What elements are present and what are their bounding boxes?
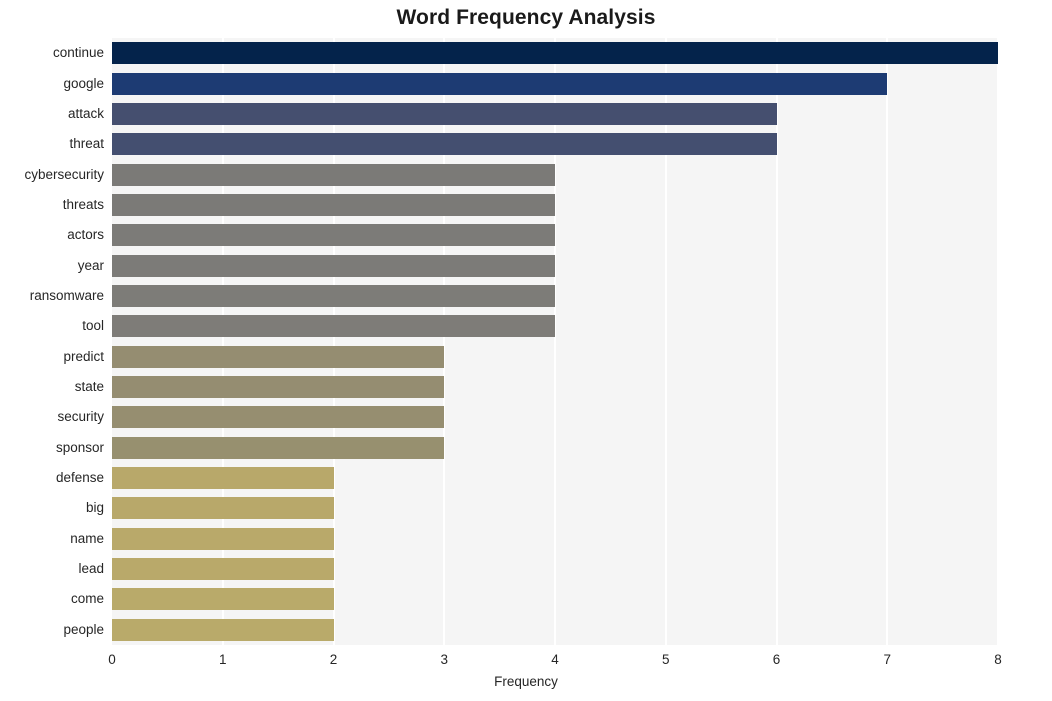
y-tick-label-name: name <box>70 530 104 546</box>
bar-row <box>112 42 998 65</box>
bar-lead <box>112 558 334 581</box>
y-tick-label-come: come <box>70 591 104 607</box>
y-tick-label-tool: tool <box>82 318 104 334</box>
y-tick-label-year: year <box>77 257 104 273</box>
bar-come <box>112 588 334 611</box>
x-tick-label-7: 7 <box>883 652 892 667</box>
y-tick-label-lead: lead <box>78 561 104 577</box>
chart-title: Word Frequency Analysis <box>396 6 656 29</box>
x-tick-label-1: 1 <box>218 652 227 667</box>
y-tick-label-sponsor: sponsor <box>55 439 104 455</box>
x-axis-ticks: 0 1 2 3 4 5 6 7 8 <box>108 645 1002 675</box>
bar-security <box>112 406 445 429</box>
bar-row <box>112 133 998 156</box>
bar-row <box>112 284 998 307</box>
y-tick-label-google: google <box>63 75 104 91</box>
bar-rows <box>112 38 998 645</box>
bar-google <box>112 72 888 95</box>
bar-defense <box>112 467 334 490</box>
bar-sponsor <box>112 436 445 459</box>
bar-row <box>112 224 998 247</box>
bar-ransomware <box>112 284 555 307</box>
bar-row <box>112 527 998 550</box>
bar-row <box>112 467 998 490</box>
x-tick-label-4: 4 <box>551 652 559 667</box>
y-tick-label-continue: continue <box>52 45 104 61</box>
y-tick-label-threat: threat <box>69 136 104 152</box>
y-tick-label-ransomware: ransomware <box>29 287 104 303</box>
bar-year <box>112 254 555 277</box>
y-tick-label-predict: predict <box>63 348 104 364</box>
bar-row <box>112 558 998 581</box>
bar-row <box>112 436 998 459</box>
bar-row <box>112 345 998 368</box>
y-tick-label-people: people <box>63 621 104 637</box>
bar-threat <box>112 133 777 156</box>
y-tick-label-attack: attack <box>67 105 104 121</box>
y-tick-label-actors: actors <box>67 227 104 243</box>
bar-row <box>112 315 998 338</box>
x-tick-label-2: 2 <box>329 652 338 667</box>
bar-row <box>112 406 998 429</box>
word-frequency-chart-figure: Word Frequency Analysis continue google at… <box>0 0 1052 701</box>
y-axis-labels: continue google attack threat cybersecurity t… <box>0 38 104 645</box>
bar-row <box>112 72 998 95</box>
y-tick-label-cybersecurity: cybersecurity <box>24 166 104 182</box>
y-tick-label-big: big <box>85 500 104 516</box>
y-tick-label-threats: threats <box>62 196 104 212</box>
bar-row <box>112 497 998 520</box>
x-tick-label-0: 0 <box>108 652 116 667</box>
bar-people <box>112 618 334 641</box>
bar-predict <box>112 345 445 368</box>
y-tick-label-defense: defense <box>55 470 104 486</box>
bar-actors <box>112 224 555 247</box>
x-tick-label-8: 8 <box>994 652 1002 667</box>
bar-attack <box>112 102 777 125</box>
bar-row <box>112 254 998 277</box>
x-axis-title: Frequency <box>494 674 558 689</box>
bar-big <box>112 497 334 520</box>
bar-cybersecurity <box>112 163 555 186</box>
y-tick-label-security: security <box>57 409 104 425</box>
bar-row <box>112 376 998 399</box>
bar-row <box>112 588 998 611</box>
bar-threats <box>112 193 555 216</box>
bar-row <box>112 193 998 216</box>
x-tick-label-5: 5 <box>661 652 670 667</box>
plot-area <box>112 38 999 645</box>
x-tick-label-3: 3 <box>440 652 449 667</box>
bar-row <box>112 163 998 186</box>
bar-state <box>112 376 445 399</box>
y-tick-label-state: state <box>74 379 104 395</box>
x-tick-label-6: 6 <box>772 652 781 667</box>
bar-row <box>112 618 998 641</box>
bar-name <box>112 527 334 550</box>
bar-continue <box>112 42 998 65</box>
bar-row <box>112 102 998 125</box>
bar-tool <box>112 315 555 338</box>
